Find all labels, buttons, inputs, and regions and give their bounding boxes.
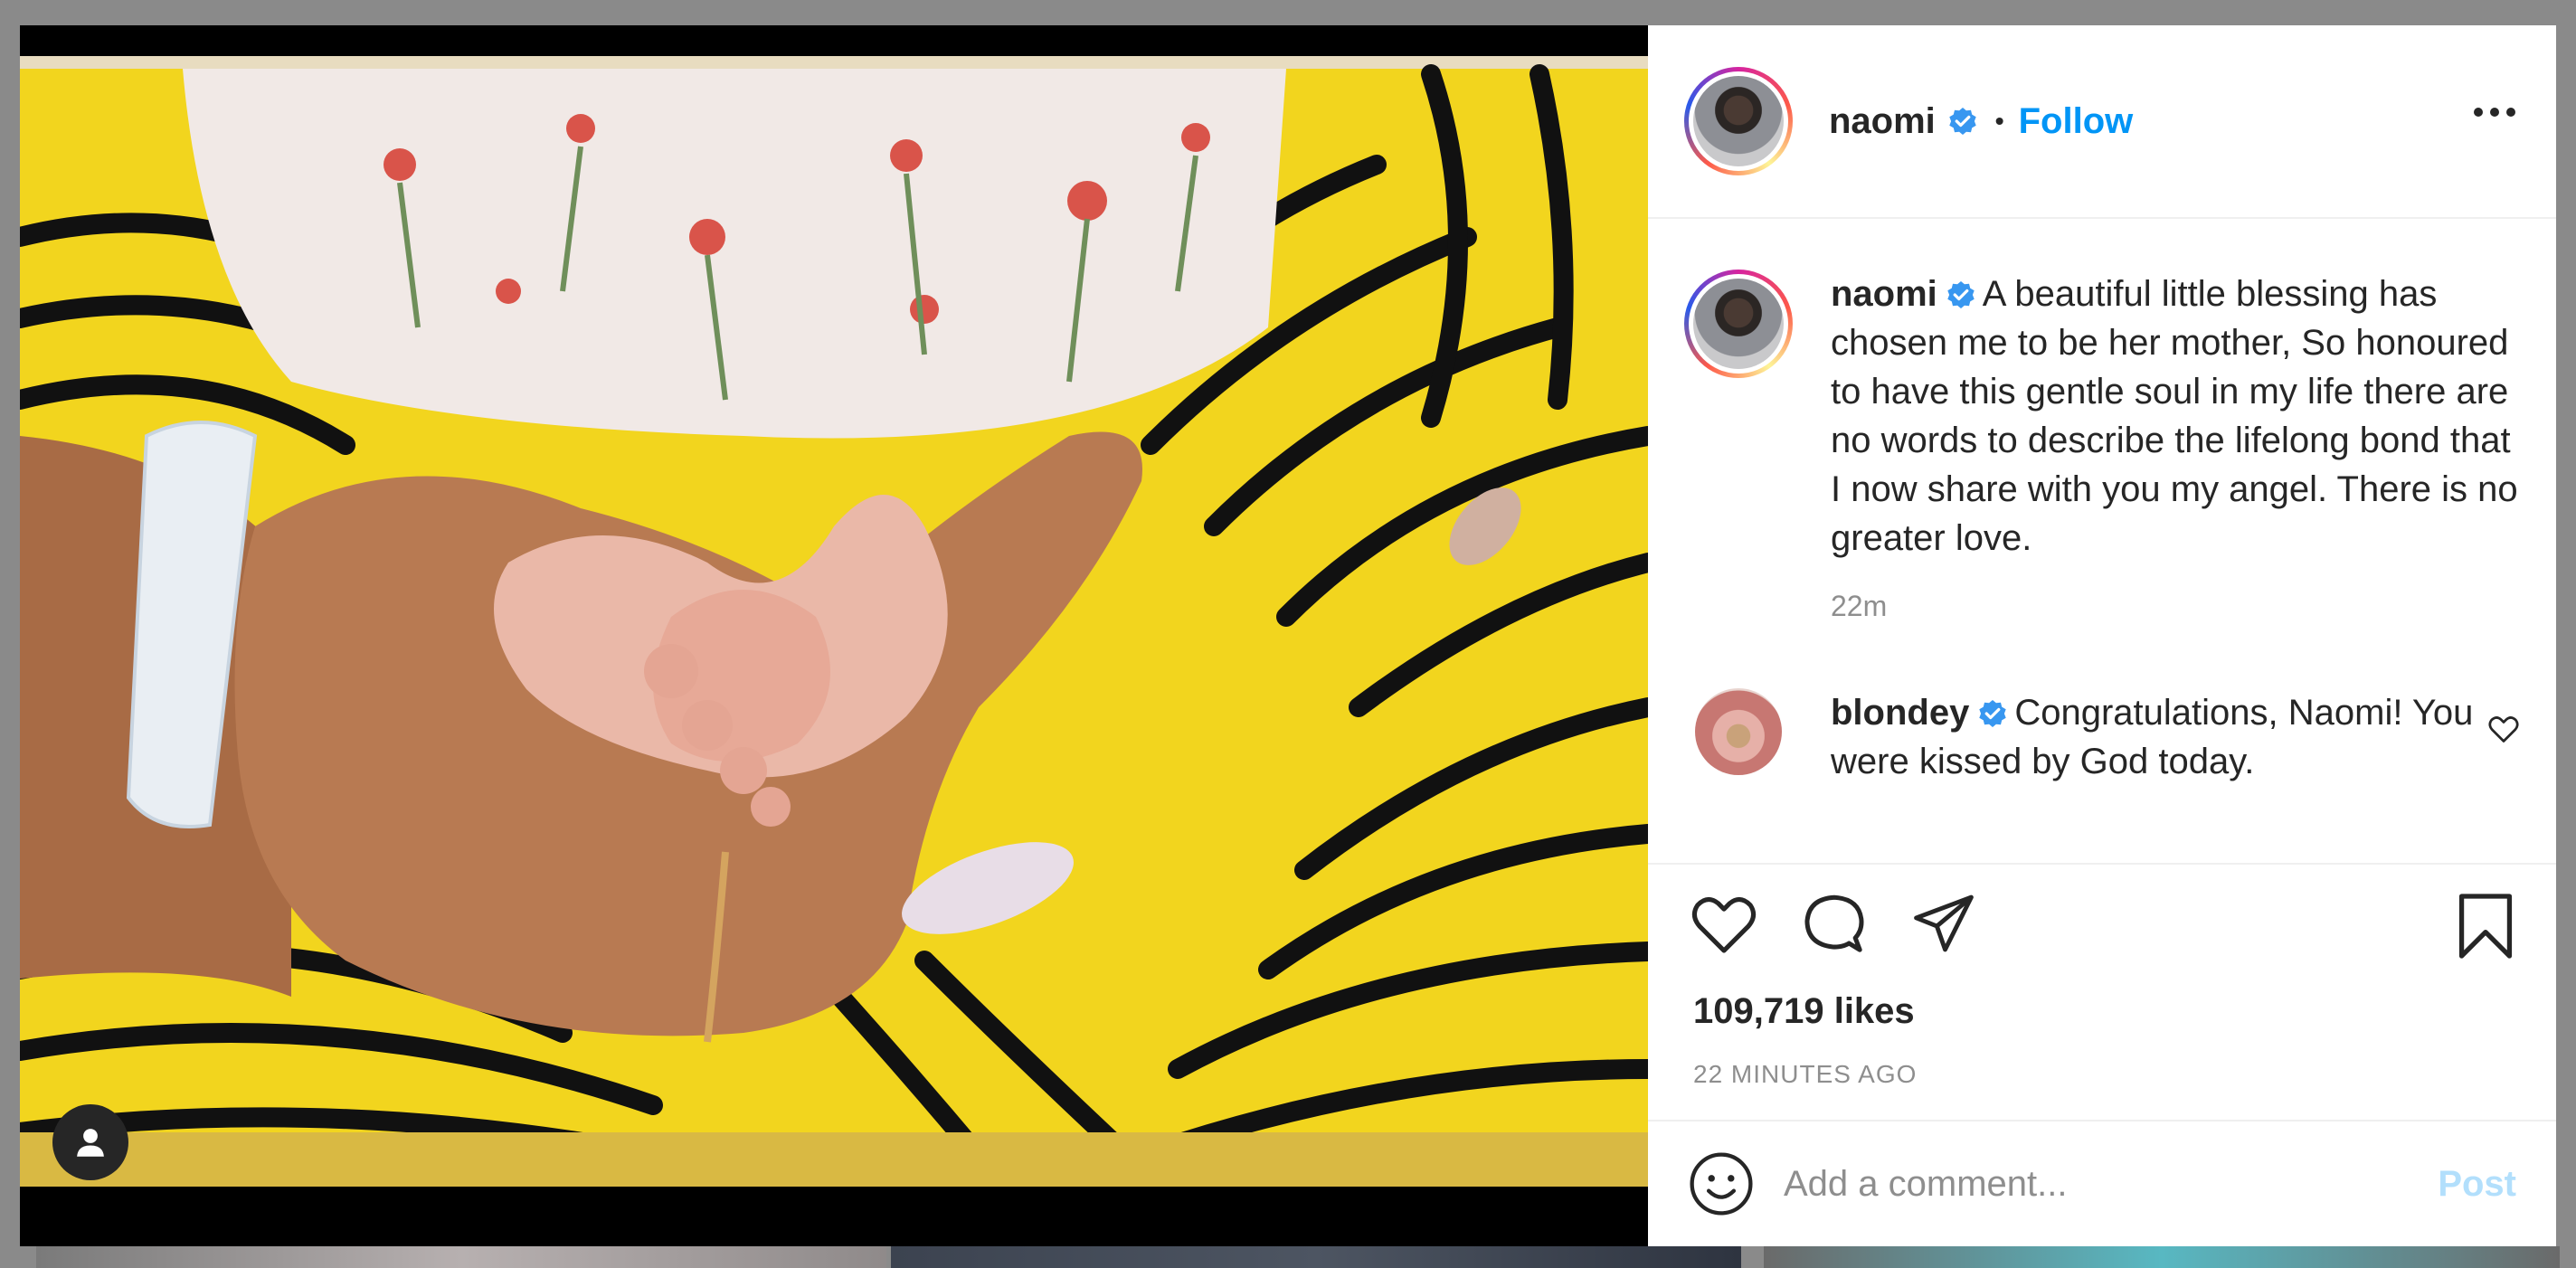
background-grid-thumb [891,1246,1741,1268]
post-photo[interactable] [20,56,1648,1187]
paper-plane-icon [1914,894,1974,952]
verified-badge-icon [1979,700,2007,727]
comment-button[interactable] [1800,892,1869,961]
commenter-avatar[interactable] [1695,688,1782,775]
comment-heart-icon[interactable] [2487,714,2520,744]
caption-username[interactable]: naomi [1831,274,1937,314]
background-grid-thumb [36,1246,886,1268]
like-count[interactable]: 109,719 likes [1693,991,1915,1032]
comment-icon [1804,894,1864,952]
comment-body: blondey Congratulations, Naomi! You were… [1831,688,2482,786]
background-grid-thumb [1764,1246,2560,1268]
more-options-icon[interactable] [2473,107,2516,118]
post-media [20,25,1648,1246]
header-separator: • [1994,107,2004,135]
post-actions: 109,719 likes 22 MINUTES AGO [1648,863,2556,1120]
emoji-icon[interactable] [1688,1150,1755,1217]
comment-composer: Post [1648,1120,2556,1246]
comment-item: blondey Congratulations, Naomi! You were… [1684,688,2520,786]
post-header: naomi • Follow [1648,25,2556,219]
post-timestamp[interactable]: 22 MINUTES AGO [1693,1060,1917,1089]
user-tag-icon [77,1129,104,1157]
verified-badge-icon [1949,108,1976,135]
bookmark-icon[interactable] [2455,892,2516,960]
comments-section: naomi A beautiful little blessing has ch… [1648,219,2556,863]
like-button[interactable] [1690,892,1758,961]
caption-body: naomi A beautiful little blessing has ch… [1831,270,2520,563]
post-comment-button[interactable]: Post [2438,1164,2516,1205]
comment-input[interactable] [1782,1162,2439,1206]
caption: naomi A beautiful little blessing has ch… [1684,270,2520,563]
post-modal: naomi • Follow naomi A beautiful little … [20,25,2556,1246]
share-button[interactable] [1910,892,1977,961]
author-username[interactable]: naomi [1829,101,1936,142]
heart-icon [1691,897,1757,953]
follow-button[interactable]: Follow [2019,101,2134,142]
caption-avatar[interactable] [1684,270,1793,378]
photo-artwork [20,56,1648,1187]
author-avatar[interactable] [1684,67,1793,175]
user-tag-button[interactable] [52,1104,128,1180]
caption-timestamp[interactable]: 22m [1831,590,2520,623]
commenter-username[interactable]: blondey [1831,693,1969,733]
verified-badge-icon [1947,281,1975,308]
caption-text: A beautiful little blessing has chosen m… [1831,274,2518,558]
post-side-panel: naomi • Follow naomi A beautiful little … [1648,25,2556,1246]
